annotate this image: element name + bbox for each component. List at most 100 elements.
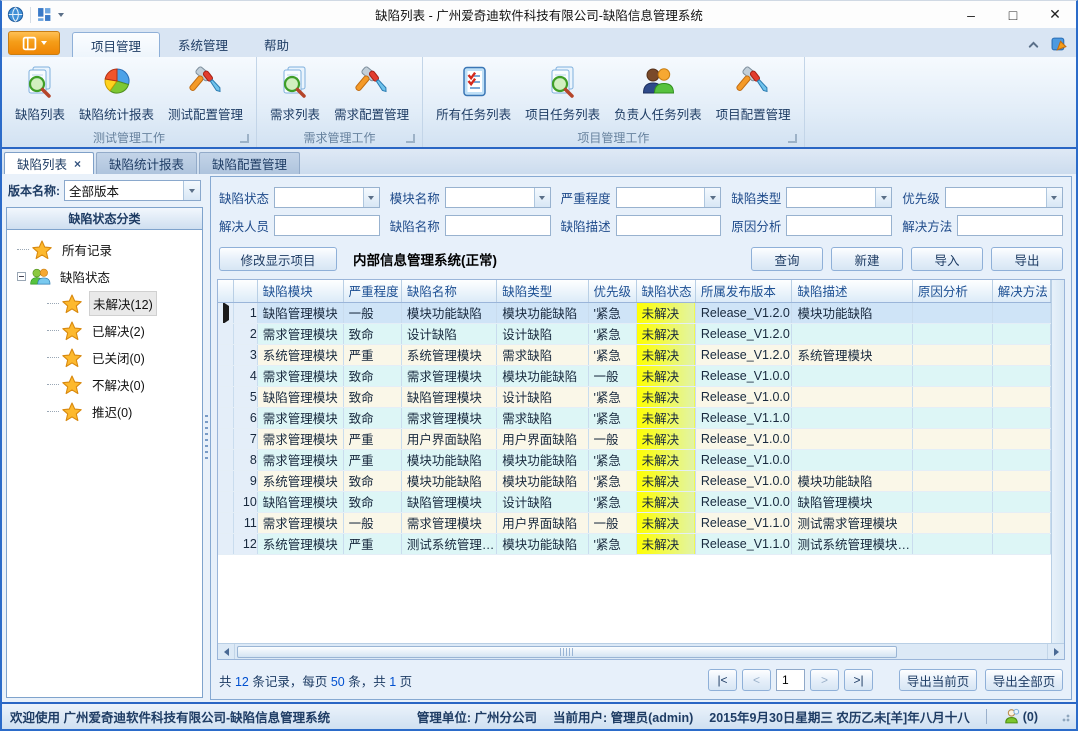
layout-grid-icon[interactable] xyxy=(37,7,52,22)
cell[interactable]: 模块功能缺陷 xyxy=(792,302,912,323)
cell[interactable]: 模块功能缺陷 xyxy=(792,470,912,491)
cell[interactable]: 致命 xyxy=(343,323,401,344)
cell[interactable]: Release_V1.0.0 xyxy=(695,449,792,470)
close-button[interactable]: ✕ xyxy=(1034,2,1076,28)
defect-type-select[interactable] xyxy=(786,187,892,208)
table-row[interactable]: 2需求管理模块致命设计缺陷设计缺陷'紧急未解决Release_V1.2.0 xyxy=(218,323,1051,344)
defect-desc-input[interactable] xyxy=(617,216,721,235)
version-combo[interactable]: 全部版本 xyxy=(64,180,201,201)
cell[interactable]: 需求缺陷 xyxy=(497,344,588,365)
cell[interactable]: 致命 xyxy=(343,365,401,386)
prev-page-button[interactable]: < xyxy=(742,669,771,691)
table-row[interactable]: 11需求管理模块一般需求管理模块用户界面缺陷一般未解决Release_V1.1.… xyxy=(218,512,1051,533)
cell[interactable] xyxy=(992,365,1050,386)
modify-display-items-button[interactable]: 修改显示项目 xyxy=(219,247,337,271)
cell[interactable]: 用户界面缺陷 xyxy=(497,428,588,449)
horizontal-scrollbar[interactable] xyxy=(218,643,1064,659)
cell[interactable]: 需求管理模块 xyxy=(257,323,343,344)
combo-drop-button[interactable] xyxy=(1046,188,1062,207)
cell[interactable]: 用户界面缺陷 xyxy=(401,428,496,449)
cell[interactable] xyxy=(792,365,912,386)
ribbon-button-0-2[interactable]: 测试配置管理 xyxy=(161,60,250,125)
ribbon-button-2-2[interactable]: 负责人任务列表 xyxy=(607,60,709,125)
export-current-page-button[interactable]: 导出当前页 xyxy=(899,669,977,691)
cell[interactable] xyxy=(992,470,1050,491)
cell[interactable]: 模块功能缺陷 xyxy=(497,533,588,554)
cell[interactable]: 未解决 xyxy=(636,491,695,512)
ribbon-button-0-0[interactable]: 缺陷列表 xyxy=(8,60,72,125)
column-header-2[interactable]: 缺陷名称 xyxy=(401,280,496,302)
cell[interactable] xyxy=(992,302,1050,323)
ribbon-button-1-1[interactable]: 需求配置管理 xyxy=(327,60,416,125)
cell[interactable]: 设计缺陷 xyxy=(497,491,588,512)
cell[interactable]: Release_V1.2.0 xyxy=(695,344,792,365)
export-all-pages-button[interactable]: 导出全部页 xyxy=(985,669,1063,691)
table-row[interactable]: 3系统管理模块严重系统管理模块需求缺陷'紧急未解决Release_V1.2.0系… xyxy=(218,344,1051,365)
chevron-down-icon[interactable] xyxy=(58,13,64,17)
cell[interactable]: 未解决 xyxy=(636,407,695,428)
table-row[interactable]: 5缺陷管理模块致命缺陷管理模块设计缺陷'紧急未解决Release_V1.0.0 xyxy=(218,386,1051,407)
cell[interactable]: 模块功能缺陷 xyxy=(497,365,588,386)
minimize-button[interactable]: – xyxy=(950,2,992,28)
cell[interactable]: Release_V1.0.0 xyxy=(695,428,792,449)
cell[interactable]: 需求管理模块 xyxy=(401,407,496,428)
cell[interactable]: 缺陷管理模块 xyxy=(401,386,496,407)
cell[interactable]: '紧急 xyxy=(588,491,636,512)
cell[interactable]: 设计缺陷 xyxy=(497,386,588,407)
cell[interactable]: 缺陷管理模块 xyxy=(792,491,912,512)
ribbon-button-2-1[interactable]: 项目任务列表 xyxy=(518,60,607,125)
next-page-button[interactable]: > xyxy=(810,669,839,691)
cell[interactable]: '紧急 xyxy=(588,302,636,323)
cell[interactable]: 严重 xyxy=(343,344,401,365)
cell[interactable] xyxy=(912,449,992,470)
cell[interactable]: 需求管理模块 xyxy=(257,365,343,386)
cell[interactable]: 用户界面缺陷 xyxy=(497,512,588,533)
cell[interactable] xyxy=(912,365,992,386)
cell[interactable] xyxy=(992,449,1050,470)
cell[interactable]: 模块功能缺陷 xyxy=(401,470,496,491)
column-header-7[interactable]: 缺陷描述 xyxy=(792,280,912,302)
tree-item-4[interactable]: 已关闭(0) xyxy=(17,344,202,371)
cell[interactable]: 未解决 xyxy=(636,302,695,323)
cell[interactable] xyxy=(912,470,992,491)
cell[interactable]: 致命 xyxy=(343,407,401,428)
cell[interactable]: 需求管理模块 xyxy=(257,449,343,470)
cell[interactable]: 严重 xyxy=(343,449,401,470)
close-tab-icon[interactable]: × xyxy=(74,157,81,171)
cell[interactable]: 模块功能缺陷 xyxy=(497,449,588,470)
table-row[interactable]: 8需求管理模块严重模块功能缺陷模块功能缺陷'紧急未解决Release_V1.0.… xyxy=(218,449,1051,470)
cell[interactable]: 系统管理模块 xyxy=(401,344,496,365)
cell[interactable]: Release_V1.2.0 xyxy=(695,323,792,344)
tree-item-0[interactable]: 所有记录 xyxy=(17,236,202,263)
cell[interactable]: 模块功能缺陷 xyxy=(401,449,496,470)
cell[interactable]: 未解决 xyxy=(636,386,695,407)
cell[interactable] xyxy=(792,323,912,344)
cell[interactable]: 需求管理模块 xyxy=(401,365,496,386)
cell[interactable]: Release_V1.1.0 xyxy=(695,407,792,428)
cell[interactable] xyxy=(992,323,1050,344)
resize-grip-icon[interactable] xyxy=(1060,712,1070,722)
ribbon-tab-project[interactable]: 项目管理 xyxy=(72,32,160,57)
cell[interactable]: 严重 xyxy=(343,533,401,554)
cell[interactable] xyxy=(912,386,992,407)
import-button[interactable]: 导入 xyxy=(911,247,983,271)
cell[interactable]: '紧急 xyxy=(588,449,636,470)
doc-tab-defect-report[interactable]: 缺陷统计报表 xyxy=(96,152,197,174)
cell[interactable]: Release_V1.2.0 xyxy=(695,302,792,323)
cell[interactable] xyxy=(912,407,992,428)
column-header-3[interactable]: 缺陷类型 xyxy=(497,280,588,302)
table-row[interactable]: 4需求管理模块致命需求管理模块模块功能缺陷一般未解决Release_V1.0.0 xyxy=(218,365,1051,386)
resolver-input[interactable] xyxy=(275,216,379,235)
first-page-button[interactable]: |< xyxy=(708,669,737,691)
cell[interactable] xyxy=(792,449,912,470)
combo-drop-button[interactable] xyxy=(183,181,200,200)
cell[interactable]: '紧急 xyxy=(588,323,636,344)
tree-item-2[interactable]: 未解决(12) xyxy=(17,290,202,317)
scroll-right-button[interactable] xyxy=(1047,644,1064,659)
table-row[interactable]: 7需求管理模块严重用户界面缺陷用户界面缺陷一般未解决Release_V1.0.0 xyxy=(218,428,1051,449)
cell[interactable]: 测试需求管理模块 xyxy=(792,512,912,533)
cell[interactable]: 一般 xyxy=(343,302,401,323)
cell[interactable]: Release_V1.0.0 xyxy=(695,386,792,407)
combo-drop-button[interactable] xyxy=(875,188,891,207)
cell[interactable]: '紧急 xyxy=(588,344,636,365)
